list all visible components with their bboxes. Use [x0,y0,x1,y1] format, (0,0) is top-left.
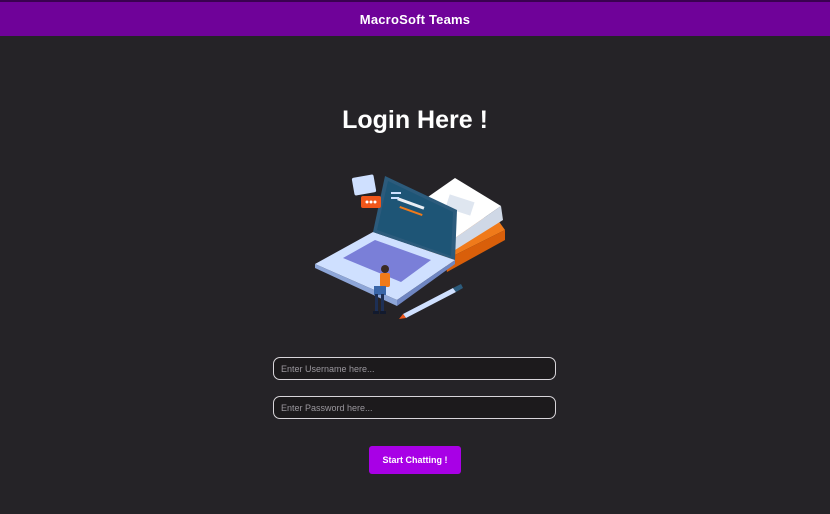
start-chatting-button[interactable]: Start Chatting ! [369,446,461,474]
password-input[interactable] [273,396,556,419]
app-title: MacroSoft Teams [359,11,471,27]
username-input[interactable] [273,357,556,380]
app-header: MacroSoft Teams [0,0,830,36]
chat-bubble-icon [351,174,381,208]
page-title: Login Here ! [342,106,488,134]
laptop-study-illustration [315,174,505,319]
